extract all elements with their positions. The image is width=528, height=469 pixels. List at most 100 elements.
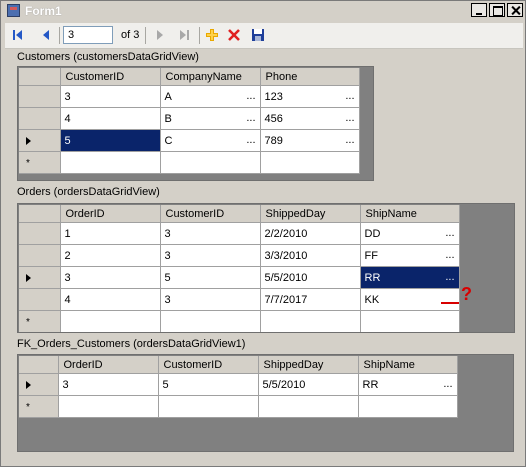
position-input[interactable] [63, 26, 113, 44]
row-header-new[interactable]: * [19, 310, 61, 332]
ellipsis-button[interactable]: ... [445, 227, 454, 239]
cell-empty[interactable] [360, 310, 460, 332]
cell-empty[interactable] [258, 395, 359, 418]
cell-empty[interactable] [58, 395, 159, 418]
cell-companyname[interactable]: B... [160, 107, 261, 130]
table-row[interactable]: 4 3 7/7/2017 KK [19, 288, 460, 311]
row-header[interactable] [19, 288, 61, 311]
fk-orders-customers-label: FK_Orders_Customers (ordersDataGridView1… [17, 338, 246, 350]
ellipsis-button[interactable]: ... [345, 134, 354, 146]
row-header-current[interactable] [19, 266, 61, 289]
row-header[interactable] [19, 222, 61, 245]
table-row-current[interactable]: 3 5 5/5/2010 RR... [19, 373, 458, 396]
cell-empty[interactable] [60, 151, 161, 174]
delete-icon[interactable] [227, 28, 241, 42]
table-row[interactable]: 4 B... 456... [19, 107, 360, 130]
cell-customerid[interactable]: 3 [60, 85, 161, 108]
column-header-customerid[interactable]: CustomerID [60, 68, 161, 86]
row-header-current[interactable] [19, 373, 59, 396]
cell-shipname[interactable]: DD... [360, 222, 460, 245]
cell-companyname[interactable]: C... [160, 129, 261, 152]
column-header-customerid[interactable]: CustomerID [160, 205, 261, 223]
count-label: of 3 [121, 29, 140, 41]
column-header-phone[interactable]: Phone [260, 68, 360, 86]
ellipsis-button[interactable]: ... [445, 249, 454, 261]
row-header-new[interactable]: * [19, 395, 59, 418]
ellipsis-button[interactable]: ... [246, 112, 255, 124]
ellipsis-button[interactable]: ... [246, 90, 255, 102]
cell-customerid[interactable]: 4 [60, 107, 161, 130]
move-last-icon[interactable] [177, 28, 191, 42]
table-row-current[interactable]: 3 5 5/5/2010 RR... [19, 266, 460, 289]
cell-empty[interactable] [158, 395, 259, 418]
cell-shippedday[interactable]: 5/5/2010 [258, 373, 359, 396]
cell-customerid-selected[interactable]: 5 [60, 129, 161, 152]
table-row[interactable]: 3 A... 123... [19, 85, 360, 108]
move-previous-icon[interactable] [39, 28, 53, 42]
row-header[interactable] [19, 107, 61, 130]
cell-shippedday[interactable]: 2/2/2010 [260, 222, 361, 245]
column-header-shipname[interactable]: ShipName [360, 205, 460, 223]
cell-shipname[interactable]: FF... [360, 244, 460, 267]
cell-shippedday[interactable]: 3/3/2010 [260, 244, 361, 267]
cell-orderid[interactable]: 1 [60, 222, 161, 245]
column-header-shippedday[interactable]: ShippedDay [260, 205, 361, 223]
column-header-companyname[interactable]: CompanyName [160, 68, 261, 86]
new-row[interactable]: * [19, 151, 360, 174]
cell-shippedday[interactable]: 5/5/2010 [260, 266, 361, 289]
cell-customerid[interactable]: 3 [160, 244, 261, 267]
cell-empty[interactable] [260, 151, 360, 174]
ellipsis-button[interactable]: ... [445, 271, 454, 283]
cell-orderid[interactable]: 3 [58, 373, 159, 396]
cell-empty[interactable] [160, 310, 261, 332]
orders-grid[interactable]: OrderID CustomerID ShippedDay ShipName 1… [17, 203, 515, 333]
maximize-button[interactable] [489, 3, 505, 17]
move-next-icon[interactable] [153, 28, 167, 42]
cell-shipname[interactable]: RR... [358, 373, 458, 396]
move-first-icon[interactable] [11, 28, 25, 42]
row-header-new[interactable]: * [19, 151, 61, 174]
cell-phone[interactable]: 456... [260, 107, 360, 130]
column-header-shippedday[interactable]: ShippedDay [258, 356, 359, 374]
close-button[interactable] [507, 3, 523, 17]
cell-phone[interactable]: 123... [260, 85, 360, 108]
cell-orderid[interactable]: 4 [60, 288, 161, 311]
cell-shipname-selected[interactable]: RR... [360, 266, 460, 289]
table-row[interactable]: 1 3 2/2/2010 DD... [19, 222, 460, 245]
ellipsis-button[interactable]: ... [345, 112, 354, 124]
save-icon[interactable] [251, 28, 265, 42]
fk-orders-grid[interactable]: OrderID CustomerID ShippedDay ShipName 3… [17, 354, 514, 452]
new-row[interactable]: * [19, 395, 458, 418]
column-header-orderid[interactable]: OrderID [60, 205, 161, 223]
column-header-orderid[interactable]: OrderID [58, 356, 159, 374]
cell-customerid[interactable]: 5 [158, 373, 259, 396]
row-header-corner [19, 68, 61, 86]
column-header-customerid[interactable]: CustomerID [158, 356, 259, 374]
cell-empty[interactable] [160, 151, 261, 174]
row-header-current[interactable] [19, 129, 61, 152]
cell-shippedday[interactable]: 7/7/2017 [260, 288, 361, 311]
ellipsis-button[interactable]: ... [246, 134, 255, 146]
add-new-icon[interactable] [205, 28, 219, 42]
cell-orderid[interactable]: 3 [60, 266, 161, 289]
table-row-current[interactable]: 5 C... 789... [19, 129, 360, 152]
cell-empty[interactable] [60, 310, 161, 332]
cell-phone[interactable]: 789... [260, 129, 360, 152]
customers-grid[interactable]: CustomerID CompanyName Phone 3 A... 123.… [17, 66, 374, 181]
row-header[interactable] [19, 244, 61, 267]
minimize-button[interactable] [471, 3, 487, 17]
cell-customerid[interactable]: 3 [160, 222, 261, 245]
cell-orderid[interactable]: 2 [60, 244, 161, 267]
row-header[interactable] [19, 85, 61, 108]
cell-customerid[interactable]: 5 [160, 266, 261, 289]
column-header-shipname[interactable]: ShipName [358, 356, 458, 374]
cell-companyname[interactable]: A... [160, 85, 261, 108]
cell-empty[interactable] [358, 395, 458, 418]
ellipsis-button[interactable]: ... [345, 90, 354, 102]
cell-empty[interactable] [260, 310, 361, 332]
ellipsis-button[interactable]: ... [443, 378, 452, 390]
cell-shipname[interactable]: KK [360, 288, 460, 311]
table-row[interactable]: 2 3 3/3/2010 FF... [19, 244, 460, 267]
new-row[interactable]: * [19, 310, 460, 332]
cell-customerid[interactable]: 3 [160, 288, 261, 311]
